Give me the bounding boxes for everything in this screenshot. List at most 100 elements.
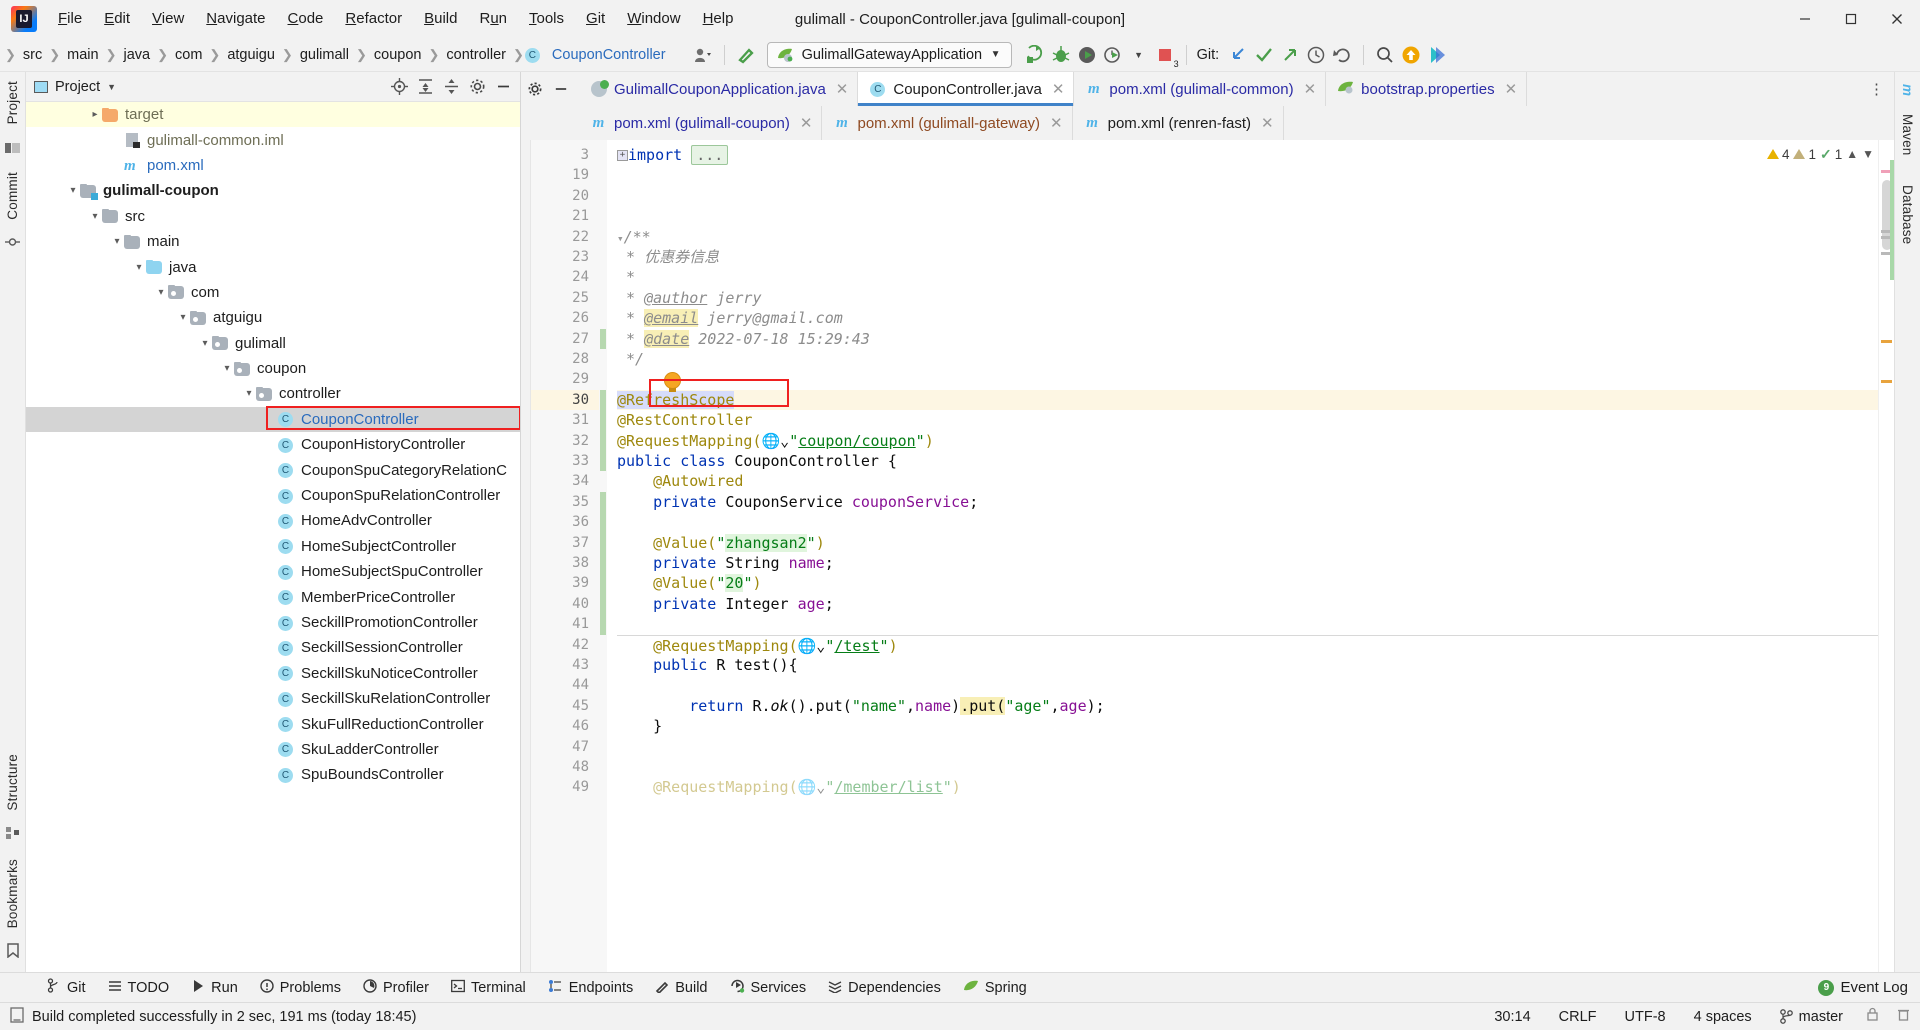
close-icon[interactable]: ✕: [800, 114, 813, 132]
tool-window-spring[interactable]: Spring: [952, 976, 1038, 1000]
code-line[interactable]: @RequestMapping(🌐⌄"coupon/coupon"): [617, 431, 1878, 451]
code-line[interactable]: }: [617, 716, 1878, 736]
tool-window-endpoints[interactable]: Endpoints: [537, 976, 645, 1000]
hide-editor-icon[interactable]: [549, 77, 573, 101]
editor-tab[interactable]: bootstrap.properties ✕: [1326, 72, 1528, 106]
update-available-icon[interactable]: [1398, 42, 1424, 68]
breadcrumb-coupon[interactable]: coupon: [368, 45, 428, 65]
code-line[interactable]: [617, 206, 1878, 226]
tree-item[interactable]: ▾ gulimall-coupon: [26, 178, 520, 203]
chevron-down-icon[interactable]: ▾: [198, 338, 212, 349]
vcs-added-marker[interactable]: [600, 389, 606, 472]
code-line[interactable]: return R.ok().put("name",name).put("age"…: [617, 696, 1878, 716]
tree-item[interactable]: C CouponHistoryController: [26, 432, 520, 457]
tree-item[interactable]: ▾ coupon: [26, 356, 520, 381]
tool-window-profiler[interactable]: Profiler: [352, 976, 440, 1000]
editor-tab[interactable]: m pom.xml (renren-fast) ✕: [1073, 106, 1284, 140]
breadcrumb-current-class[interactable]: C CouponController: [524, 45, 672, 65]
menu-window[interactable]: Window: [616, 5, 691, 33]
tool-window-run[interactable]: Run: [180, 976, 249, 1000]
tree-item[interactable]: C SpuBoundsController: [26, 762, 520, 787]
code-line[interactable]: private Integer age;: [617, 594, 1878, 614]
tree-item[interactable]: C SkuLadderController: [26, 737, 520, 762]
code-line[interactable]: * @author jerry: [617, 288, 1878, 308]
chevron-down-icon[interactable]: ▾: [66, 185, 80, 196]
chevron-down-icon[interactable]: ▼: [107, 82, 116, 92]
git-history-icon[interactable]: [1303, 42, 1329, 68]
trash-icon[interactable]: [1897, 1007, 1910, 1026]
stripe-marker[interactable]: [1890, 160, 1894, 280]
menu-code[interactable]: Code: [277, 5, 335, 33]
profile-dropdown-icon[interactable]: ▼: [1126, 42, 1152, 68]
rail-item-maven[interactable]: Maven: [1900, 105, 1915, 165]
user-avatar-icon[interactable]: [690, 42, 716, 68]
file-encoding[interactable]: UTF-8: [1620, 1007, 1671, 1027]
code-line[interactable]: @Autowired: [617, 471, 1878, 491]
hide-panel-icon[interactable]: [492, 76, 514, 98]
debug-button[interactable]: [1048, 42, 1074, 68]
editor-tab[interactable]: GulimallCouponApplication.java ✕: [579, 72, 859, 106]
lock-icon[interactable]: [1866, 1007, 1879, 1026]
rail-item-database[interactable]: Database: [1900, 165, 1915, 253]
code-line[interactable]: private CouponService couponService;: [617, 492, 1878, 512]
code-line[interactable]: @RequestMapping(🌐⌄"/member/list"): [617, 777, 1878, 797]
run-with-coverage-button[interactable]: [1074, 42, 1100, 68]
event-log-button[interactable]: 9 Event Log: [1818, 979, 1920, 996]
tree-item[interactable]: ▾ com: [26, 280, 520, 305]
git-rollback-icon[interactable]: [1329, 42, 1355, 68]
chevron-right-icon[interactable]: ▸: [88, 109, 102, 120]
error-stripe-marker-column[interactable]: [1878, 140, 1894, 972]
code-line[interactable]: * 优惠券信息: [617, 247, 1878, 267]
rail-item-structure[interactable]: Structure: [5, 745, 20, 820]
settings-gear-icon[interactable]: [523, 77, 547, 101]
menu-help[interactable]: Help: [692, 5, 745, 33]
tree-item[interactable]: C HomeSubjectSpuController: [26, 559, 520, 584]
menu-navigate[interactable]: Navigate: [195, 5, 276, 33]
git-commit-icon[interactable]: [1251, 42, 1277, 68]
chevron-down-icon[interactable]: ▾: [154, 287, 168, 298]
rail-item-m[interactable]: m: [1900, 72, 1915, 105]
tool-window-terminal[interactable]: Terminal: [440, 976, 537, 1000]
breadcrumb-gulimall[interactable]: gulimall: [294, 45, 355, 65]
source-code-lines[interactable]: 4 1 ✓ 1 ▲ ▼ + import ... ▾/** * 优惠券信息 * …: [607, 140, 1878, 972]
code-line[interactable]: public class CouponController {: [617, 451, 1878, 471]
rail-item-bookmarks[interactable]: Bookmarks: [5, 850, 20, 937]
chevron-down-icon[interactable]: ▾: [176, 312, 190, 323]
tool-window-services[interactable]: Services: [719, 976, 818, 1000]
tree-item[interactable]: C SeckillSkuNoticeController: [26, 661, 520, 686]
menu-edit[interactable]: Edit: [93, 5, 141, 33]
caret-position[interactable]: 30:14: [1489, 1007, 1535, 1027]
close-icon[interactable]: ✕: [1050, 114, 1063, 132]
ide-features-icon[interactable]: [1424, 42, 1450, 68]
menu-run[interactable]: Run: [468, 5, 518, 33]
tree-item[interactable]: ▾ atguigu: [26, 305, 520, 330]
tool-window-dependencies[interactable]: Dependencies: [817, 976, 952, 1000]
search-icon[interactable]: [1372, 42, 1398, 68]
tree-item[interactable]: C CouponController: [26, 406, 520, 433]
tree-item[interactable]: C SeckillPromotionController: [26, 610, 520, 635]
maximize-button[interactable]: [1828, 0, 1874, 38]
tree-item[interactable]: gulimall-common.iml: [26, 127, 520, 152]
line-number-gutter[interactable]: 3 19 20 21 22 23 24 25 26 27 28 29 30 31 32 33 34 35 36 37 3…: [531, 140, 599, 972]
rail-item-project[interactable]: Project: [5, 72, 20, 133]
code-line[interactable]: @RestController: [617, 410, 1878, 430]
code-line[interactable]: */: [617, 349, 1878, 369]
editor-tab[interactable]: m pom.xml (gulimall-coupon) ✕: [579, 106, 823, 140]
tool-window-problems[interactable]: Problems: [249, 976, 352, 1000]
code-line[interactable]: [617, 369, 1878, 389]
profile-button[interactable]: [1100, 42, 1126, 68]
menu-file[interactable]: FFileile: [47, 5, 93, 33]
collapse-all-icon[interactable]: [440, 76, 462, 98]
expand-all-icon[interactable]: [414, 76, 436, 98]
tree-item[interactable]: C SeckillSessionController: [26, 635, 520, 660]
breadcrumb-src[interactable]: src: [17, 45, 48, 65]
breadcrumb-main[interactable]: main: [61, 45, 104, 65]
code-line[interactable]: ▾/**: [617, 227, 1878, 247]
editor-tab[interactable]: m pom.xml (gulimall-common) ✕: [1074, 72, 1327, 106]
code-line[interactable]: [617, 512, 1878, 532]
tree-item[interactable]: ▾ controller: [26, 381, 520, 406]
tool-window-git[interactable]: Git: [36, 975, 97, 1000]
breadcrumb-java[interactable]: java: [118, 45, 157, 65]
code-line[interactable]: @Value("20"): [617, 573, 1878, 593]
minimize-button[interactable]: [1782, 0, 1828, 38]
